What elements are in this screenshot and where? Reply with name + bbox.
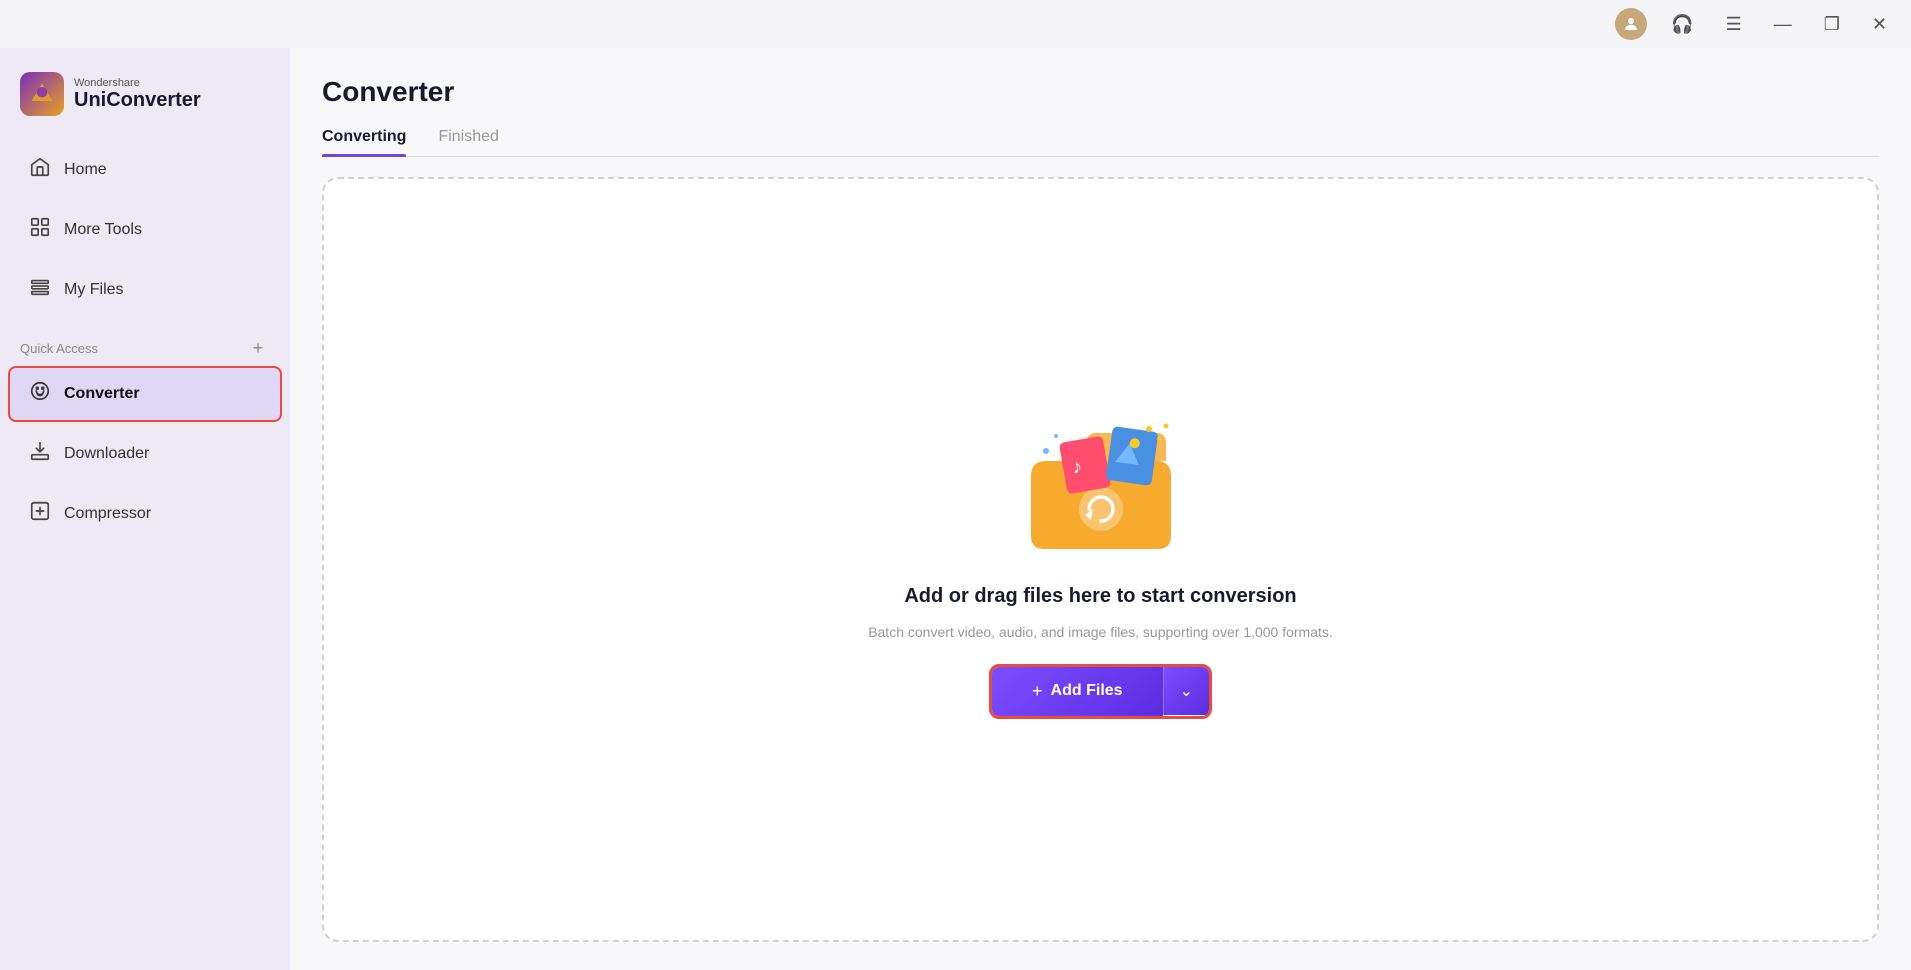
more-tools-icon <box>28 216 52 244</box>
chevron-down-icon: ⌄ <box>1180 681 1193 701</box>
minimize-button[interactable]: — <box>1766 11 1800 37</box>
add-files-label: Add Files <box>1051 682 1123 700</box>
sidebar-item-my-files-label: My Files <box>64 281 124 299</box>
main-content: Converter Converting Finished <box>290 48 1911 970</box>
tab-converting[interactable]: Converting <box>322 128 406 156</box>
sidebar-item-downloader-label: Downloader <box>64 445 149 463</box>
sidebar-item-downloader[interactable]: Downloader <box>8 426 282 482</box>
headset-icon[interactable]: 🎧 <box>1663 11 1701 37</box>
drop-zone-title: Add or drag files here to start conversi… <box>904 585 1296 608</box>
app-logo-icon <box>20 72 64 116</box>
logo-text: Wondershare UniConverter <box>74 77 201 112</box>
sidebar-item-home-label: Home <box>64 161 107 179</box>
sidebar-item-compressor[interactable]: Compressor <box>8 486 282 542</box>
add-files-container: + Add Files ⌄ <box>989 664 1212 719</box>
sidebar: Wondershare UniConverter Home <box>0 48 290 970</box>
quick-access-section: Quick Access + <box>0 320 290 364</box>
sidebar-item-more-tools-label: More Tools <box>64 221 142 239</box>
add-files-dropdown-button[interactable]: ⌄ <box>1163 667 1209 715</box>
quick-access-label: Quick Access <box>20 341 98 356</box>
drop-zone[interactable]: ♪ Add or drag files here to start conver… <box>322 177 1879 942</box>
downloader-icon <box>28 440 52 468</box>
compressor-icon <box>28 500 52 528</box>
restore-button[interactable]: ❐ <box>1816 11 1848 37</box>
add-files-button[interactable]: + Add Files <box>992 667 1163 716</box>
converter-icon <box>28 380 52 408</box>
page-title: Converter <box>322 76 1879 108</box>
app-layout: Wondershare UniConverter Home <box>0 48 1911 970</box>
logo-area: Wondershare UniConverter <box>0 64 290 140</box>
plus-icon: + <box>1032 681 1043 702</box>
drop-zone-subtitle: Batch convert video, audio, and image fi… <box>868 624 1333 640</box>
title-bar: 🎧 ☰ — ❐ ✕ <box>0 0 1911 48</box>
menu-icon[interactable]: ☰ <box>1718 11 1750 37</box>
sidebar-item-my-files[interactable]: My Files <box>8 262 282 318</box>
sidebar-item-converter-label: Converter <box>64 385 140 403</box>
my-files-icon <box>28 276 52 304</box>
sidebar-item-compressor-label: Compressor <box>64 505 151 523</box>
tabs: Converting Finished <box>322 128 1879 157</box>
home-icon <box>28 156 52 184</box>
brand-name: Wondershare <box>74 77 201 89</box>
sidebar-item-more-tools[interactable]: More Tools <box>8 202 282 258</box>
tab-finished[interactable]: Finished <box>438 128 498 156</box>
close-button[interactable]: ✕ <box>1864 11 1895 37</box>
sidebar-item-home[interactable]: Home <box>8 142 282 198</box>
app-name: UniConverter <box>74 89 201 112</box>
user-avatar-icon[interactable] <box>1615 8 1647 40</box>
sidebar-item-converter[interactable]: Converter <box>8 366 282 422</box>
quick-access-add-button[interactable]: + <box>246 336 270 360</box>
converter-illustration: ♪ <box>1011 401 1191 561</box>
